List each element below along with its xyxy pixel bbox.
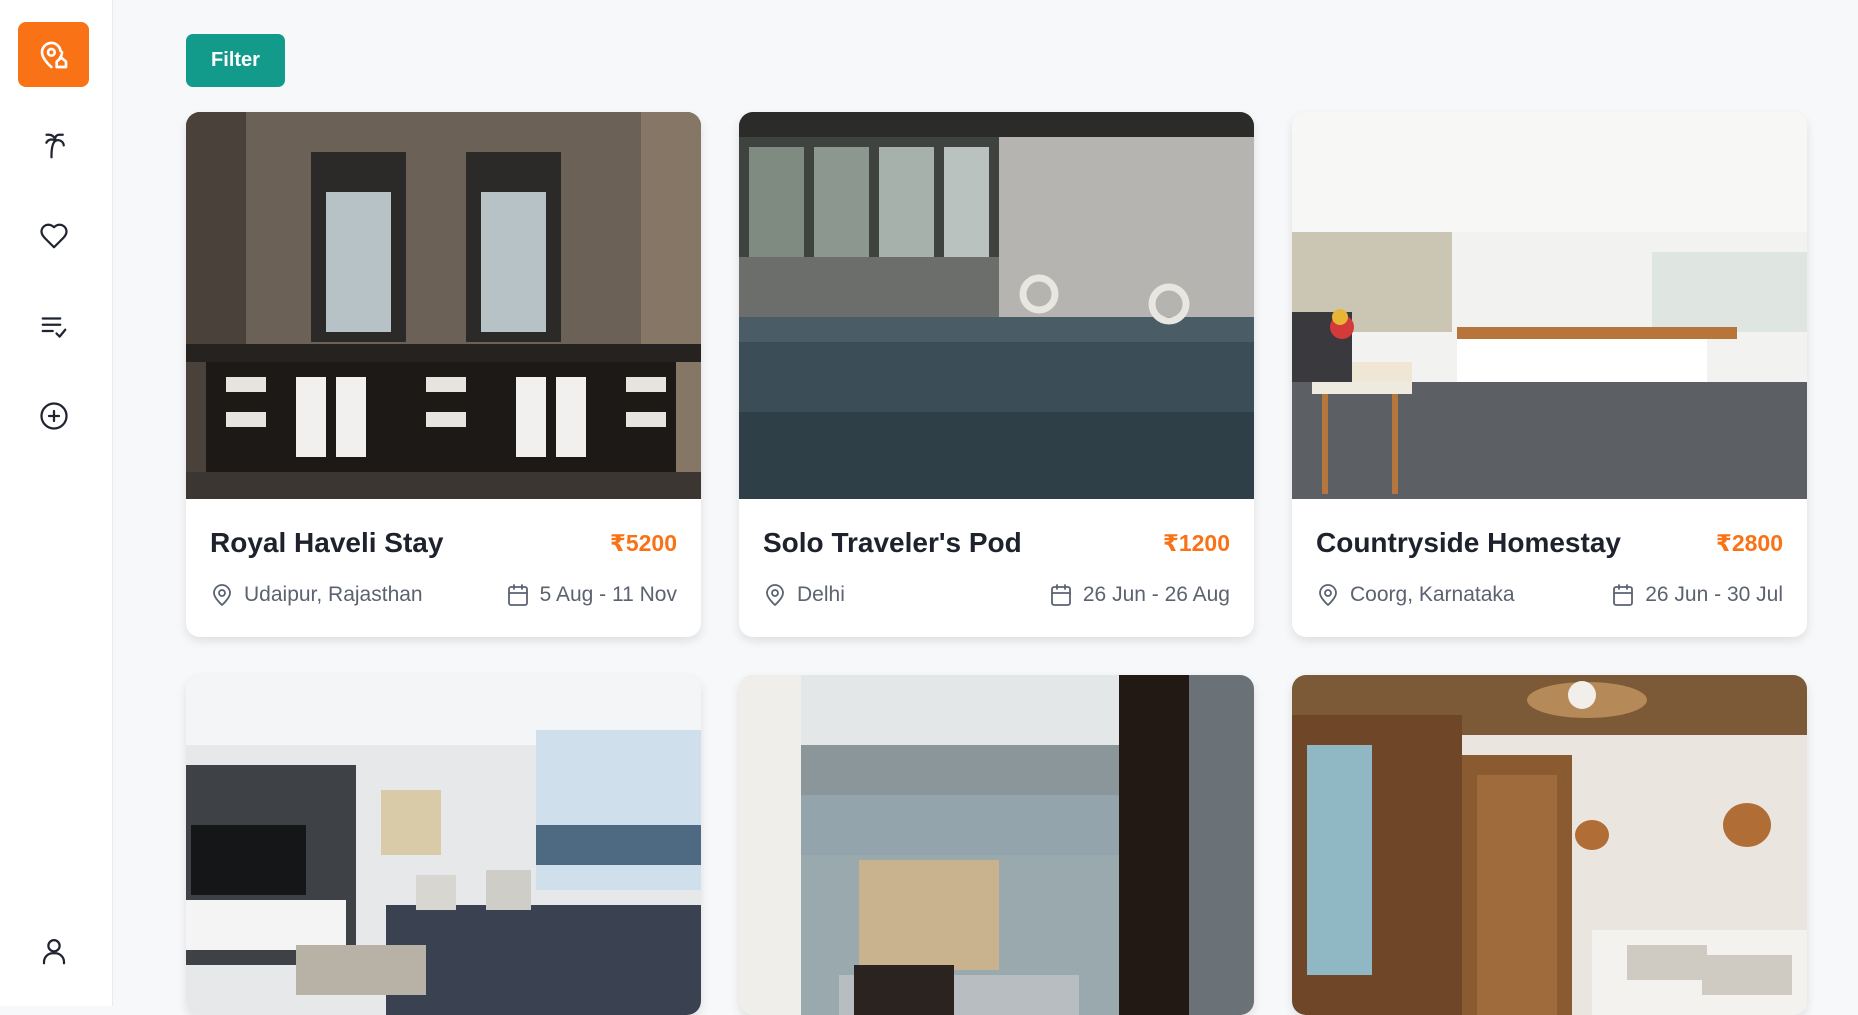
listing-price: ₹2800 [1716, 530, 1783, 557]
listing-dates: 26 Jun - 26 Aug [1049, 583, 1230, 607]
listing-photo-city-view [739, 675, 1254, 1015]
listing-dates-text: 26 Jun - 30 Jul [1645, 583, 1783, 607]
nav-profile[interactable] [36, 934, 72, 970]
listing-location: Delhi [763, 583, 845, 607]
nav-favorites[interactable] [36, 218, 72, 254]
calendar-icon [506, 583, 530, 607]
calendar-icon [1049, 583, 1073, 607]
listing-location-text: Udaipur, Rajasthan [244, 583, 423, 607]
nav-explore[interactable] [36, 128, 72, 164]
nav-bookings[interactable] [36, 308, 72, 344]
map-pin-icon [763, 583, 787, 607]
listing-dates-text: 5 Aug - 11 Nov [540, 583, 677, 607]
listing-card[interactable]: Royal Haveli Stay ₹5200 Udaipur, Rajasth… [186, 112, 701, 637]
map-pin-icon [1316, 583, 1340, 607]
listing-dates-text: 26 Jun - 26 Aug [1083, 583, 1230, 607]
listing-location-text: Delhi [797, 583, 845, 607]
listing-location: Udaipur, Rajasthan [210, 583, 423, 607]
listing-title: Countryside Homestay [1316, 527, 1621, 559]
listing-grid: Royal Haveli Stay ₹5200 Udaipur, Rajasth… [186, 112, 1807, 1015]
listing-photo-bedroom [1292, 675, 1807, 1015]
map-pin-home-icon [38, 39, 70, 71]
listing-dates: 5 Aug - 11 Nov [506, 583, 677, 607]
listing-photo-kitchen [1292, 112, 1807, 499]
listing-title: Royal Haveli Stay [210, 527, 443, 559]
main-content: Filter [113, 0, 1858, 1006]
listing-location-text: Coorg, Karnataka [1350, 583, 1515, 607]
plus-circle-icon [39, 401, 69, 431]
listing-card[interactable] [739, 675, 1254, 1015]
listing-price: ₹5200 [610, 530, 677, 557]
listing-card[interactable] [186, 675, 701, 1015]
listing-title: Solo Traveler's Pod [763, 527, 1022, 559]
listing-price: ₹1200 [1163, 530, 1230, 557]
nav-add-listing[interactable] [36, 398, 72, 434]
heart-icon [39, 221, 69, 251]
listing-location: Coorg, Karnataka [1316, 583, 1515, 607]
listing-photo-bathroom [186, 112, 701, 499]
logo[interactable] [18, 22, 89, 87]
listing-photo-pool [739, 112, 1254, 499]
user-icon [39, 937, 69, 967]
listing-card[interactable]: Countryside Homestay ₹2800 Coorg, Karnat… [1292, 112, 1807, 637]
map-pin-icon [210, 583, 234, 607]
palm-tree-icon [39, 131, 69, 161]
listing-photo-living-room [186, 675, 701, 1015]
sidebar [0, 0, 113, 1006]
listing-card[interactable]: Solo Traveler's Pod ₹1200 Delhi 26 Jun -… [739, 112, 1254, 637]
listing-dates: 26 Jun - 30 Jul [1611, 583, 1783, 607]
listing-card[interactable] [1292, 675, 1807, 1015]
filter-button[interactable]: Filter [186, 34, 285, 87]
list-check-icon [39, 311, 69, 341]
calendar-icon [1611, 583, 1635, 607]
